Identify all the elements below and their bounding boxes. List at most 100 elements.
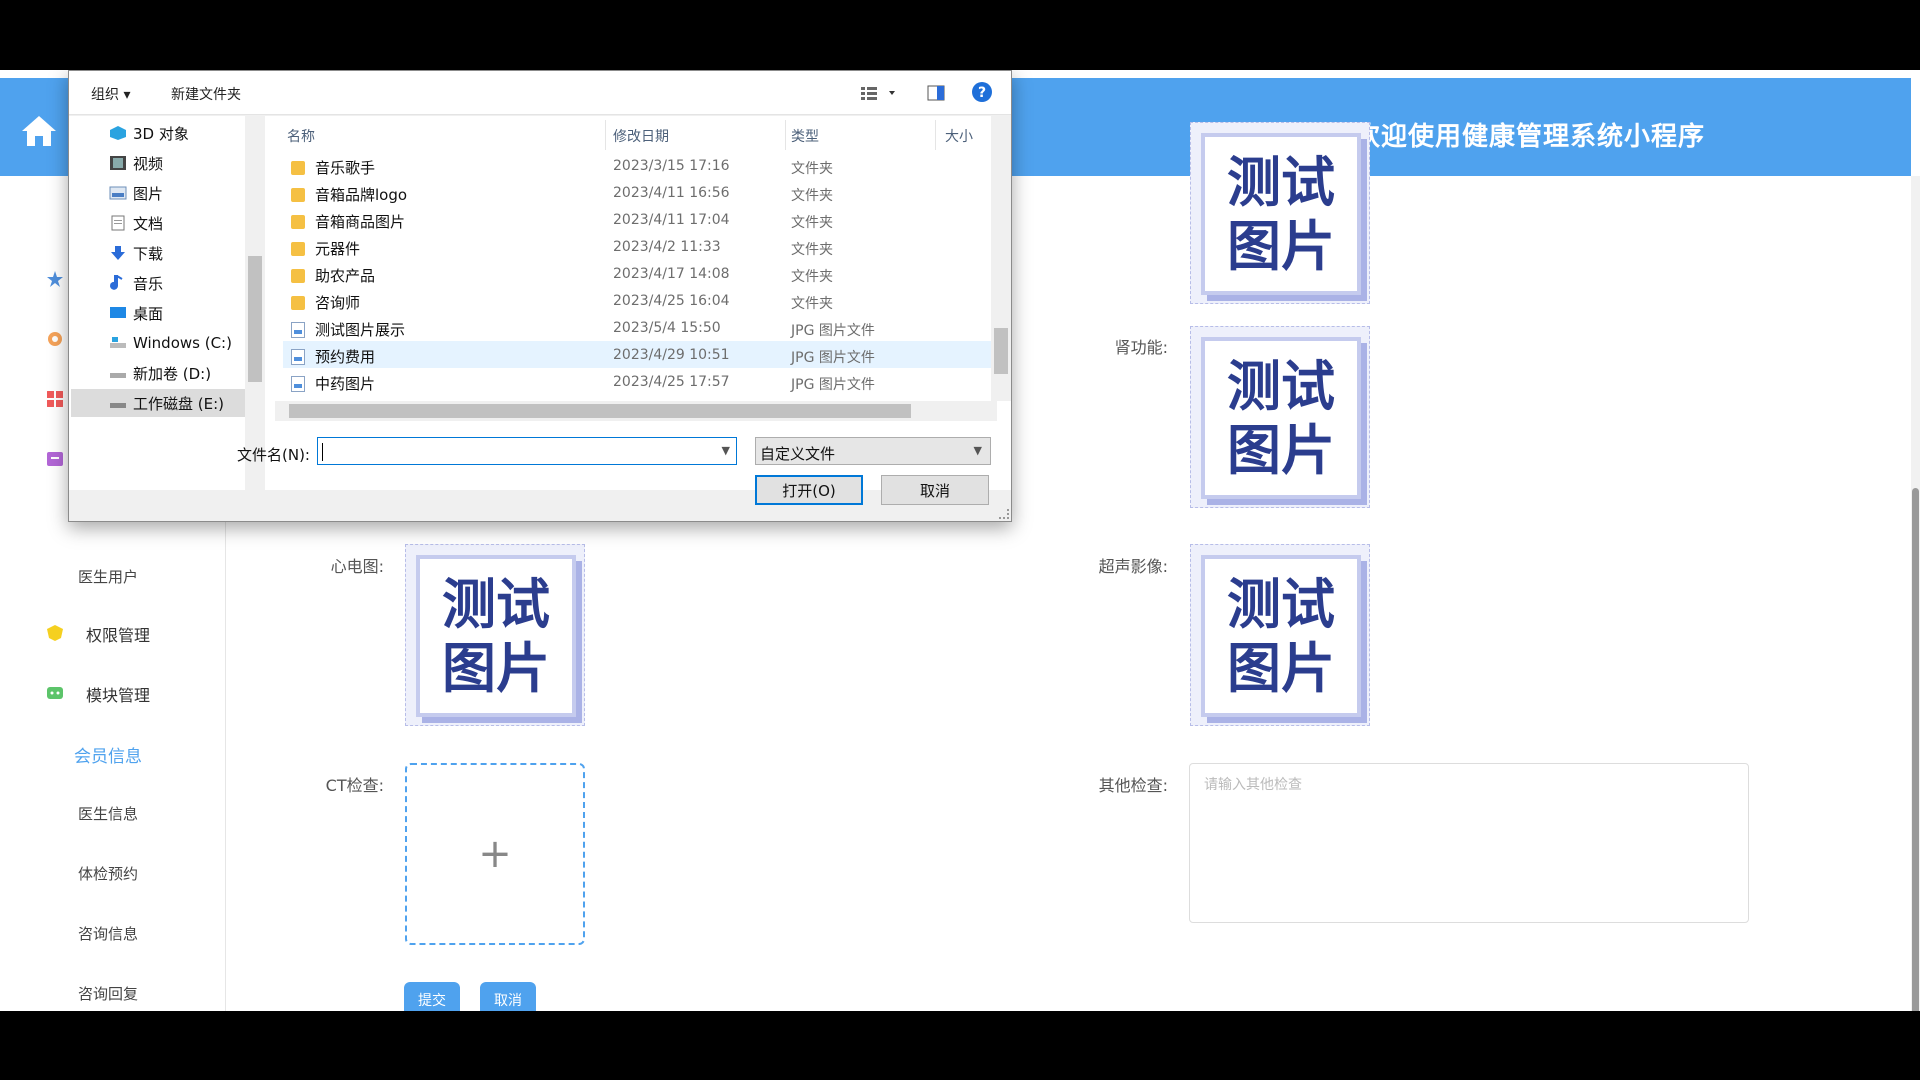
view-options-icon[interactable] <box>859 85 899 101</box>
folder-icon <box>291 268 305 283</box>
sidebar-item-checkup[interactable]: 体检预约 <box>78 863 138 884</box>
dialog-cancel-button[interactable]: 取消 <box>881 475 989 505</box>
file-horizontal-scrollbar[interactable] <box>275 401 997 421</box>
file-date: 2023/4/25 17:57 <box>613 374 730 390</box>
nav-drive-c[interactable]: Windows (C:) <box>109 329 261 357</box>
filetype-select[interactable]: 自定义文件 ▼ <box>755 437 991 465</box>
sidebar-item-consult[interactable]: 咨询信息 <box>78 923 138 944</box>
sidebar-item-consult-reply[interactable]: 咨询回复 <box>78 983 138 1004</box>
file-date: 2023/4/29 10:51 <box>613 347 730 363</box>
file-type: JPG 图片文件 <box>791 377 875 393</box>
open-button[interactable]: 打开(O) <box>755 475 863 505</box>
ct-upload-box[interactable]: + <box>405 763 585 945</box>
ultrasound-image[interactable]: 测试 图片 <box>1190 544 1370 726</box>
file-date: 2023/4/2 11:33 <box>613 239 721 255</box>
ct-label: CT检查: <box>325 776 384 795</box>
top-test-image[interactable]: 测试 图片 <box>1190 122 1370 304</box>
image-text-line1: 测试 <box>1227 151 1335 214</box>
file-row[interactable]: 音箱品牌logo 2023/4/11 16:56 文件夹 <box>283 179 991 206</box>
file-open-dialog: 组织 ▾ 新建文件夹 ? 3D 对象 视频 图片 文档 下载 音乐 桌面 Win <box>68 70 1012 522</box>
top-black-bar <box>0 0 1920 70</box>
file-row[interactable]: 测试图片展示 2023/5/4 15:50 JPG 图片文件 <box>283 314 991 341</box>
sidebar-item-modules[interactable]: 模块管理 <box>86 682 150 706</box>
nav-documents[interactable]: 文档 <box>109 209 261 237</box>
file-type: JPG 图片文件 <box>791 350 875 366</box>
nav-drive-e[interactable]: 工作磁盘 (E:) <box>71 389 247 417</box>
file-vertical-scrollbar[interactable] <box>991 116 1011 401</box>
file-type: 文件夹 <box>791 296 833 312</box>
resize-grip[interactable] <box>999 509 1009 519</box>
new-folder-button[interactable]: 新建文件夹 <box>171 84 241 104</box>
file-row[interactable]: 预约费用 2023/4/29 10:51 JPG 图片文件 <box>283 341 991 368</box>
other-check-label: 其他检查: <box>1098 776 1168 795</box>
file-name: 咨询师 <box>291 292 360 313</box>
nav-desktop[interactable]: 桌面 <box>109 299 261 327</box>
download-icon <box>111 246 125 260</box>
preview-pane-icon[interactable] <box>927 85 945 101</box>
ultrasound-label: 超声影像: <box>1098 557 1168 576</box>
page-scrollbar[interactable] <box>1911 176 1920 1011</box>
video-icon <box>110 156 126 170</box>
nav-scrollbar[interactable] <box>245 116 265 490</box>
ecg-label: 心电图: <box>330 557 384 576</box>
desktop-icon <box>110 307 126 318</box>
filename-input[interactable]: ▼ <box>317 437 737 465</box>
ecg-image[interactable]: 测试 图片 <box>405 544 585 726</box>
bottom-black-bar <box>0 1011 1920 1080</box>
chevron-down-icon[interactable]: ▼ <box>722 444 730 457</box>
image-text-line2: 图片 <box>1227 215 1335 278</box>
cancel-button[interactable]: 取消 <box>480 982 536 1011</box>
file-row[interactable]: 助农产品 2023/4/17 14:08 文件夹 <box>283 260 991 287</box>
shield-icon <box>47 625 63 641</box>
file-row[interactable]: 中药图片 2023/4/25 17:57 JPG 图片文件 <box>283 368 991 395</box>
module-icon <box>47 687 63 699</box>
nav-videos[interactable]: 视频 <box>109 149 261 177</box>
navigation-pane: 3D 对象 视频 图片 文档 下载 音乐 桌面 Windows (C:) 新加卷… <box>69 116 265 490</box>
chevron-down-icon: ▼ <box>973 444 982 457</box>
file-date: 2023/4/11 17:04 <box>613 212 730 228</box>
sidebar-item-doctor-info[interactable]: 医生信息 <box>78 803 138 824</box>
column-type[interactable]: 类型 <box>791 126 819 146</box>
file-name: 预约费用 <box>291 346 375 367</box>
file-name: 元器件 <box>291 238 360 259</box>
column-size[interactable]: 大小 <box>945 126 973 146</box>
file-type: 文件夹 <box>791 242 833 258</box>
help-icon[interactable]: ? <box>971 81 993 103</box>
dialog-toolbar: 组织 ▾ 新建文件夹 ? <box>69 71 1011 115</box>
file-name: 音箱商品图片 <box>291 211 405 232</box>
submit-button[interactable]: 提交 <box>404 982 460 1011</box>
image-file-icon <box>291 375 305 392</box>
file-row[interactable]: 音乐歌手 2023/3/15 17:16 文件夹 <box>283 152 991 179</box>
file-row[interactable]: 元器件 2023/4/2 11:33 文件夹 <box>283 233 991 260</box>
file-row[interactable]: 音箱商品图片 2023/4/11 17:04 文件夹 <box>283 206 991 233</box>
organize-button[interactable]: 组织 ▾ <box>91 84 130 104</box>
nav-downloads[interactable]: 下载 <box>109 239 261 267</box>
gear-icon <box>48 332 62 346</box>
file-row[interactable]: 咨询师 2023/4/25 16:04 文件夹 <box>283 287 991 314</box>
nav-drive-d[interactable]: 新加卷 (D:) <box>109 359 261 387</box>
nav-music[interactable]: 音乐 <box>109 269 261 297</box>
column-date[interactable]: 修改日期 <box>613 126 669 146</box>
kidney-image[interactable]: 测试 图片 <box>1190 326 1370 508</box>
image-text-line1: 测试 <box>442 573 550 636</box>
music-icon <box>110 275 123 290</box>
drive-icon <box>110 337 126 348</box>
home-icon[interactable] <box>18 110 60 152</box>
file-type: 文件夹 <box>791 188 833 204</box>
file-type: 文件夹 <box>791 269 833 285</box>
nav-3d-objects[interactable]: 3D 对象 <box>109 119 261 147</box>
column-name[interactable]: 名称 <box>287 126 315 146</box>
other-check-textarea[interactable]: 请输入其他检查 <box>1189 763 1749 923</box>
sidebar-item-members[interactable]: 会员信息 <box>74 742 142 767</box>
image-text-line1: 测试 <box>1227 573 1335 636</box>
nav-pictures[interactable]: 图片 <box>109 179 261 207</box>
file-date: 2023/4/25 16:04 <box>613 293 730 309</box>
picture-icon <box>109 186 127 200</box>
file-name: 测试图片展示 <box>291 319 405 340</box>
file-name: 助农产品 <box>291 265 375 286</box>
folder-icon <box>291 214 305 229</box>
sidebar-item-permissions[interactable]: 权限管理 <box>86 622 150 646</box>
grid-icon <box>47 391 63 407</box>
sidebar-item-doctor-users[interactable]: 医生用户 <box>78 566 138 587</box>
drive-icon <box>110 403 126 408</box>
